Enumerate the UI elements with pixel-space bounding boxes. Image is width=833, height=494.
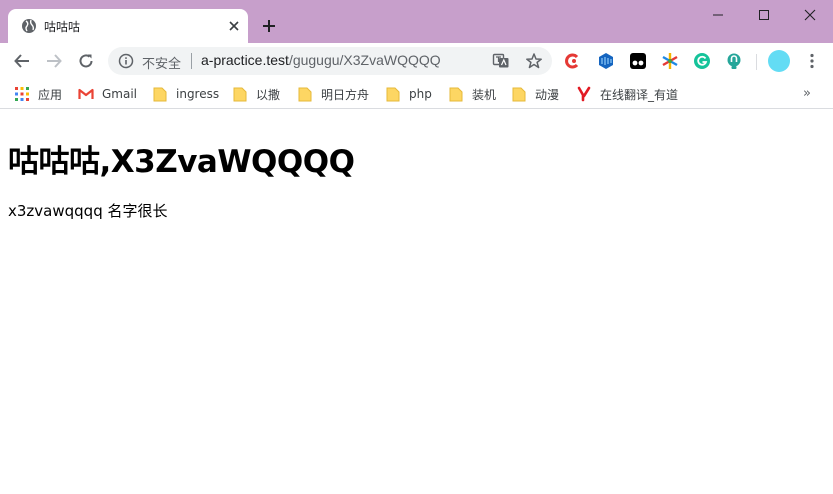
folder-icon <box>153 87 167 102</box>
bookmark-label: 以撒 <box>256 87 281 102</box>
kebab-menu-icon[interactable] <box>804 52 820 70</box>
bookmark-isaac[interactable]: 以撒 <box>232 84 280 104</box>
bookmarks-bar: 应用 Gmail ingress 以撒 明日方舟 php 装机 动漫 在线翻译_… <box>0 79 833 109</box>
back-arrow-icon[interactable] <box>13 52 31 70</box>
page-heading: 咕咕咕,X3ZvaWQQQQ <box>8 144 355 180</box>
page-paragraph: x3zvawqqqq 名字很长 <box>8 202 168 220</box>
bookmark-gmail[interactable]: Gmail <box>78 84 137 104</box>
bookmark-label: 在线翻译_有道 <box>600 87 679 102</box>
new-tab-icon[interactable] <box>261 18 277 34</box>
maximize-button[interactable] <box>741 0 787 30</box>
bookmarks-overflow-chevron-icon[interactable]: » <box>803 86 811 101</box>
extension-color-star-icon[interactable] <box>661 52 679 70</box>
folder-icon <box>449 87 463 102</box>
profile-avatar[interactable] <box>768 50 790 72</box>
youdao-icon <box>577 86 591 102</box>
bookmark-star-icon[interactable] <box>525 52 543 70</box>
bookmark-label: ingress <box>176 87 220 101</box>
bookmark-pc-build[interactable]: 装机 <box>448 84 496 104</box>
bookmark-label: 应用 <box>38 87 63 102</box>
url-path: /gugugu/X3ZvaWQQQQ <box>288 52 441 68</box>
extension-grammarly-icon[interactable] <box>693 52 711 70</box>
url-host: a-practice.test <box>201 52 289 68</box>
globe-icon <box>22 19 36 33</box>
bookmark-label: Gmail <box>102 87 138 101</box>
bookmark-label: php <box>409 87 432 101</box>
close-icon <box>804 9 816 21</box>
folder-icon <box>298 87 312 102</box>
bookmark-ingress[interactable]: ingress <box>152 84 219 104</box>
tab-close-icon[interactable] <box>226 18 242 34</box>
bookmark-youdao[interactable]: 在线翻译_有道 <box>576 84 678 104</box>
toolbar: 不安全 a-practice.test/gugugu/X3ZvaWQQQQ <box>0 43 833 79</box>
gmail-icon <box>78 88 94 99</box>
extension-red-c-icon[interactable] <box>564 52 582 70</box>
bookmark-apps[interactable]: 应用 <box>14 84 62 104</box>
folder-icon <box>233 87 247 102</box>
tab-title: 咕咕咕 <box>44 20 81 34</box>
bookmark-label: 动漫 <box>535 87 560 102</box>
separator <box>191 53 192 69</box>
minimize-icon <box>713 14 723 16</box>
title-bar: 咕咕咕 <box>0 0 833 43</box>
security-label[interactable]: 不安全 <box>142 53 181 72</box>
bookmark-label: 明日方舟 <box>321 87 370 102</box>
toolbar-divider <box>756 54 757 70</box>
address-bar[interactable]: 不安全 a-practice.test/gugugu/X3ZvaWQQQQ <box>108 47 552 75</box>
bookmark-php[interactable]: php <box>385 84 432 104</box>
extension-blue-cube-icon[interactable] <box>597 52 615 70</box>
info-icon[interactable] <box>118 53 134 69</box>
close-button[interactable] <box>787 0 833 30</box>
extension-teal-bulb-icon[interactable] <box>725 52 743 70</box>
maximize-icon <box>759 10 769 20</box>
browser-tab[interactable]: 咕咕咕 <box>8 9 248 43</box>
translate-icon[interactable] <box>492 52 510 70</box>
folder-icon <box>386 87 400 102</box>
apps-grid-icon <box>15 87 29 101</box>
url-text[interactable]: a-practice.test/gugugu/X3ZvaWQQQQ <box>201 52 441 68</box>
bookmark-label: 装机 <box>472 87 497 102</box>
minimize-button[interactable] <box>695 0 741 30</box>
folder-icon <box>512 87 526 102</box>
extension-tampermonkey-icon[interactable] <box>629 52 647 70</box>
reload-icon[interactable] <box>77 52 95 70</box>
bookmark-anime[interactable]: 动漫 <box>511 84 559 104</box>
forward-arrow-icon[interactable] <box>45 52 63 70</box>
bookmark-arknights[interactable]: 明日方舟 <box>297 84 369 104</box>
